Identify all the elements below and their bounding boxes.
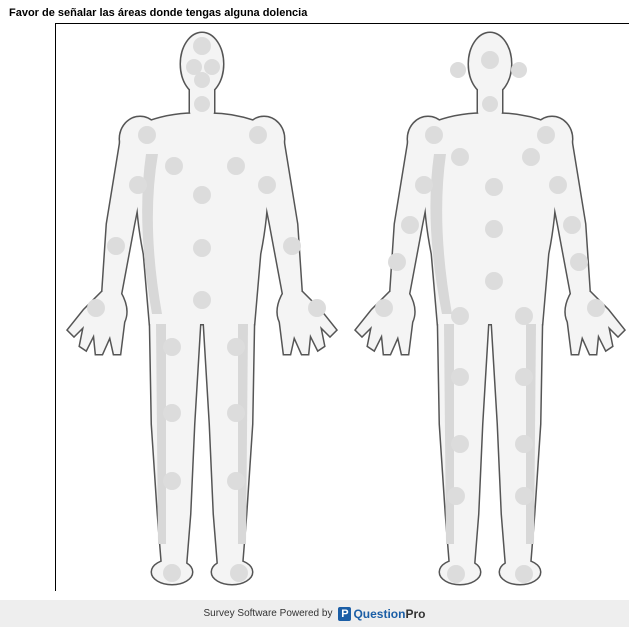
front-left-upper-arm-hotspot[interactable] [129,176,147,194]
front-right-thigh-hotspot[interactable] [227,338,245,356]
body-map-frame [55,23,629,591]
back-right-buttock-hotspot[interactable] [515,307,533,325]
back-right-shoulder-blade-hotspot[interactable] [522,148,540,166]
front-right-hand-hotspot[interactable] [308,299,326,317]
back-left-ear-hotspot[interactable] [450,62,466,78]
questionpro-logo-text-question: Question [353,606,406,621]
back-upper-back-hotspot[interactable] [485,178,503,196]
question-title: Favor de señalar las áreas donde tengas … [9,7,308,19]
back-neck-hotspot[interactable] [482,96,498,112]
front-abdomen-hotspot[interactable] [193,239,211,257]
front-left-chest-hotspot[interactable] [165,157,183,175]
footer-text: Survey Software Powered by [203,608,333,619]
back-lower-back-hotspot[interactable] [485,272,503,290]
questionpro-logo-icon: P [338,606,352,621]
footer: Survey Software Powered by P Question Pro [0,600,629,627]
back-left-hand-hotspot[interactable] [375,299,393,317]
questionpro-logo-text-pro: Pro [405,606,426,621]
body-map [66,31,626,586]
front-left-elbow-hotspot[interactable] [107,237,125,255]
front-left-foot-hotspot[interactable] [163,564,181,582]
back-left-calf-hotspot[interactable] [447,487,465,505]
back-left-shoulder-blade-hotspot[interactable] [451,148,469,166]
front-left-knee-hotspot[interactable] [163,404,181,422]
front-right-upper-arm-hotspot[interactable] [258,176,276,194]
front-pelvis-hotspot[interactable] [193,291,211,309]
back-left-knee-hotspot[interactable] [451,435,469,453]
front-chin-hotspot[interactable] [194,72,210,88]
back-right-heel-hotspot[interactable] [515,565,533,583]
back-left-upper-arm-hotspot[interactable] [415,176,433,194]
front-right-elbow-hotspot[interactable] [283,237,301,255]
questionpro-logo[interactable]: P Question Pro [338,606,426,621]
back-left-thigh-hotspot[interactable] [451,368,469,386]
back-left-heel-hotspot[interactable] [447,565,465,583]
back-mid-back-hotspot[interactable] [485,220,503,238]
front-head-top-hotspot[interactable] [193,37,211,55]
back-right-calf-hotspot[interactable] [515,487,533,505]
back-left-elbow-hotspot[interactable] [401,216,419,234]
front-left-shin-hotspot[interactable] [163,472,181,490]
back-left-buttock-hotspot[interactable] [451,307,469,325]
front-left-shoulder-hotspot[interactable] [138,126,156,144]
front-right-shin-hotspot[interactable] [227,472,245,490]
back-right-forearm-hotspot[interactable] [570,253,588,271]
back-right-thigh-hotspot[interactable] [515,368,533,386]
back-right-hand-hotspot[interactable] [587,299,605,317]
back-right-ear-hotspot[interactable] [511,62,527,78]
front-neck-hotspot[interactable] [194,96,210,112]
back-body-figure [354,31,626,586]
front-right-chest-hotspot[interactable] [227,157,245,175]
back-right-knee-hotspot[interactable] [515,435,533,453]
front-head-right-hotspot[interactable] [204,59,220,75]
back-left-shoulder-hotspot[interactable] [425,126,443,144]
back-right-upper-arm-hotspot[interactable] [549,176,567,194]
back-left-forearm-hotspot[interactable] [388,253,406,271]
front-upper-abdomen-hotspot[interactable] [193,186,211,204]
back-right-shoulder-hotspot[interactable] [537,126,555,144]
front-right-foot-hotspot[interactable] [230,564,248,582]
back-right-elbow-hotspot[interactable] [563,216,581,234]
front-right-shoulder-hotspot[interactable] [249,126,267,144]
front-right-knee-hotspot[interactable] [227,404,245,422]
front-left-hand-hotspot[interactable] [87,299,105,317]
front-left-thigh-hotspot[interactable] [163,338,181,356]
back-head-hotspot[interactable] [481,51,499,69]
